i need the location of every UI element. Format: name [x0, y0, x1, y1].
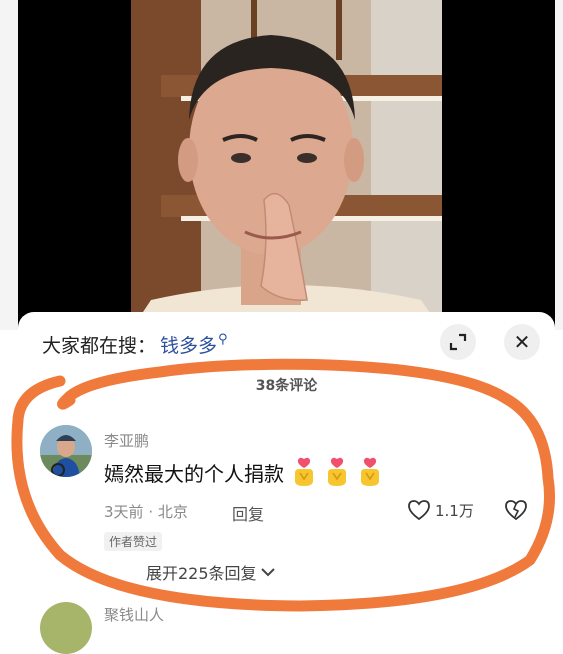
- expand-replies-button[interactable]: 展开225条回复: [146, 560, 276, 584]
- hot-search-prefix: 大家都在搜：: [42, 335, 157, 357]
- heart-hands-emoji-icon: [295, 457, 313, 486]
- comment-meta: 3天前 · 北京: [104, 501, 188, 522]
- comment-count: 38条评论: [255, 378, 318, 394]
- next-comment-avatar[interactable]: [40, 602, 92, 654]
- comment-text: 嫣然最大的个人捐款: [104, 461, 284, 486]
- heart-icon: [408, 500, 430, 521]
- expand-button[interactable]: [440, 324, 476, 360]
- comment-username[interactable]: 李亚鹏: [104, 430, 149, 451]
- video-frame[interactable]: [131, 0, 442, 330]
- close-button[interactable]: ✕: [504, 324, 540, 360]
- cyclist-avatar-image: [40, 425, 92, 477]
- video-scene-image: [131, 0, 442, 330]
- like-count: 1.1万: [435, 501, 474, 520]
- avatar[interactable]: [40, 425, 92, 477]
- comment-time: 3天前: [104, 503, 144, 521]
- search-icon[interactable]: ⚲: [218, 332, 228, 347]
- close-icon: ✕: [513, 330, 531, 354]
- hot-search-term[interactable]: 钱多多: [160, 331, 217, 358]
- comment-sheet: 大家都在搜： 钱多多 ⚲ ✕ 38条评论 李亚鹏 嫣然最大的个人捐款 3天前 ·…: [18, 312, 555, 654]
- expand-icon: [449, 333, 467, 351]
- dislike-icon: [505, 500, 527, 521]
- dislike-button[interactable]: [504, 499, 528, 525]
- heart-hands-emoji-icon: [328, 457, 346, 486]
- author-liked-badge: 作者赞过: [104, 532, 163, 551]
- comment-body: 嫣然最大的个人捐款: [104, 457, 383, 487]
- comment-location: 北京: [157, 503, 188, 521]
- like-button[interactable]: 1.1万: [407, 499, 474, 521]
- heart-hands-emoji-icon: [361, 457, 379, 486]
- hot-search-bar[interactable]: 大家都在搜： 钱多多 ⚲: [42, 331, 228, 358]
- chevron-down-icon: [260, 568, 275, 577]
- expand-replies-label: 展开225条回复: [146, 564, 257, 583]
- meta-separator: ·: [148, 503, 154, 521]
- reply-button[interactable]: 回复: [232, 501, 264, 525]
- video-player[interactable]: [0, 0, 563, 330]
- next-comment-username[interactable]: 聚钱山人: [104, 604, 164, 625]
